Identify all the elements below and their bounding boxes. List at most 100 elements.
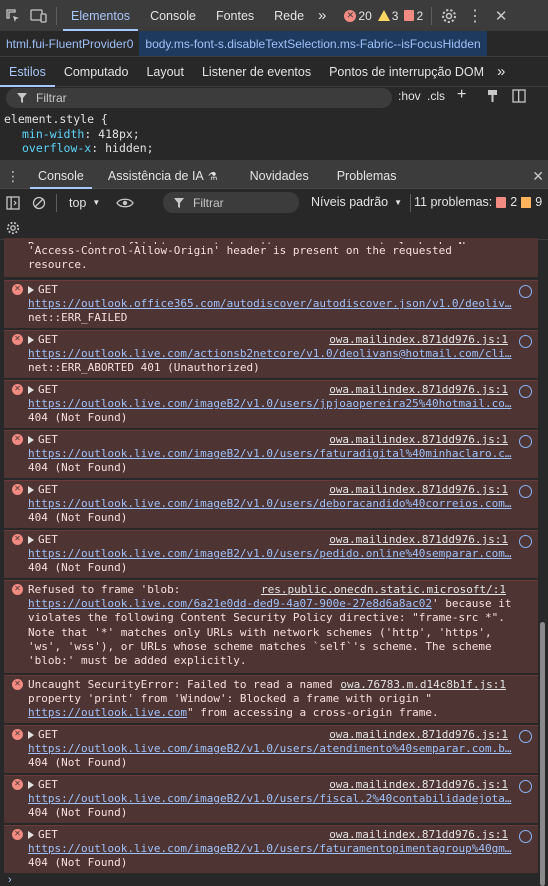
csp-message-text: ' because it (431, 597, 512, 611)
expand-caret-icon[interactable] (28, 731, 34, 739)
tab-layout[interactable]: Layout (137, 57, 193, 87)
console-filter-input[interactable]: Filtrar (163, 192, 299, 213)
request-method: GET (38, 533, 58, 546)
drawer-tab-console[interactable]: Console (26, 164, 96, 189)
more-tabs-button[interactable]: » (314, 0, 330, 31)
origin-url-link[interactable]: https://outlook.live.com (28, 706, 187, 719)
paint-brush-icon[interactable] (486, 89, 499, 106)
new-style-rule-icon[interactable]: + (457, 86, 466, 104)
expand-caret-icon[interactable] (28, 336, 34, 344)
console-error-message[interactable]: ✕ GET owa.mailindex.871dd976.js:1 https:… (4, 480, 538, 528)
network-request-icon[interactable] (519, 385, 532, 398)
device-toolbar-icon[interactable] (26, 0, 52, 31)
request-url-link[interactable]: https://outlook.live.com/imageB2/v1.0/us… (28, 792, 511, 805)
drawer-tab-ai-assistance[interactable]: Assistência de IA ⚗ (96, 164, 230, 189)
close-drawer-icon[interactable]: ✕ (532, 168, 544, 185)
console-error-message[interactable]: ✕ GET owa.mailindex.871dd976.js:1 https:… (4, 430, 538, 478)
csp-message-text: 'blob:' must be added explicitly. (28, 653, 247, 667)
console-error-message[interactable]: ✕ Uncaught SecurityError: Failed to read… (4, 675, 538, 723)
expand-caret-icon[interactable] (28, 831, 34, 839)
breadcrumb-html[interactable]: html.fui-FluentProvider0 (0, 31, 139, 56)
request-url-link[interactable]: https://outlook.live.com/imageB2/v1.0/us… (28, 547, 511, 560)
request-status: 404 (Not Found) (28, 561, 128, 575)
console-error-message[interactable]: ✕ GET owa.mailindex.871dd976.js:1 https:… (4, 725, 538, 773)
expand-caret-icon[interactable] (28, 486, 34, 494)
network-request-icon[interactable] (519, 830, 532, 843)
hov-toggle[interactable]: :hov (398, 89, 421, 103)
network-request-icon[interactable] (519, 730, 532, 743)
source-link[interactable]: owa.mailindex.871dd976.js:1 (329, 728, 508, 742)
source-link[interactable]: owa.76783.m.d14c8b1f.js:1 (340, 678, 506, 692)
clear-console-icon[interactable] (26, 190, 52, 215)
settings-gear-icon[interactable] (436, 0, 462, 31)
expand-caret-icon[interactable] (28, 286, 34, 294)
network-request-icon[interactable] (519, 335, 532, 348)
more-options-icon[interactable]: ⋮ (462, 0, 488, 31)
toggle-sidebar-icon[interactable] (512, 89, 526, 106)
expand-caret-icon[interactable] (28, 436, 34, 444)
request-url-link[interactable]: https://outlook.live.com/imageB2/v1.0/us… (28, 397, 511, 410)
expand-caret-icon[interactable] (28, 536, 34, 544)
console-error-message[interactable]: ✕ GET owa.mailindex.871dd976.js:1 https:… (4, 330, 538, 378)
console-filter-placeholder: Filtrar (193, 195, 224, 210)
console-error-message[interactable]: ✕ GET owa.mailindex.871dd976.js:1 https:… (4, 380, 538, 428)
console-settings-gear-icon[interactable] (0, 215, 26, 240)
request-url-link[interactable]: https://outlook.live.com/imageB2/v1.0/us… (28, 742, 511, 755)
tab-sources[interactable]: Fontes (206, 0, 264, 31)
request-url-link[interactable]: https://outlook.live.com/imageB2/v1.0/us… (28, 497, 511, 510)
tab-console[interactable]: Console (140, 0, 206, 31)
source-link[interactable]: owa.mailindex.871dd976.js:1 (329, 483, 508, 497)
tab-network[interactable]: Rede (264, 0, 314, 31)
console-scrollbar[interactable] (540, 622, 545, 886)
live-expression-eye-icon[interactable] (112, 190, 138, 215)
expand-caret-icon[interactable] (28, 386, 34, 394)
request-url-link[interactable]: https://outlook.office365.com/autodiscov… (28, 297, 511, 310)
tab-event-listeners[interactable]: Listener de eventos (193, 57, 320, 87)
drawer-menu-icon[interactable]: ⋮ (0, 164, 26, 189)
console-error-message[interactable]: ✕ GET owa.mailindex.871dd976.js:1 https:… (4, 530, 538, 578)
network-request-icon[interactable] (519, 285, 532, 298)
styles-filter-input[interactable]: Filtrar (6, 88, 392, 108)
source-link[interactable]: res.public.onecdn.static.microsoft/:1 (261, 583, 506, 597)
breadcrumb-body[interactable]: body.ms-font-s.disableTextSelection.ms-F… (139, 31, 487, 56)
issue-counter[interactable]: ✕ 20 3 2 (344, 9, 423, 23)
source-link[interactable]: owa.mailindex.871dd976.js:1 (329, 828, 508, 842)
tab-elements[interactable]: Elementos (61, 0, 140, 31)
source-link[interactable]: owa.mailindex.871dd976.js:1 (329, 333, 508, 347)
tab-dom-breakpoints[interactable]: Pontos de interrupção DOM (320, 57, 493, 87)
network-request-icon[interactable] (519, 780, 532, 793)
source-link[interactable]: owa.mailindex.871dd976.js:1 (329, 433, 508, 447)
request-url-link[interactable]: https://outlook.live.com/imageB2/v1.0/us… (28, 447, 511, 460)
expand-caret-icon[interactable] (28, 781, 34, 789)
drawer-tab-whats-new[interactable]: Novidades (238, 164, 321, 189)
inspect-element-icon[interactable] (0, 0, 26, 31)
request-url-link[interactable]: https://outlook.live.com/imageB2/v1.0/us… (28, 842, 511, 855)
style-declaration[interactable]: min-width: 418px; (4, 127, 154, 142)
source-link[interactable]: owa.mailindex.871dd976.js:1 (329, 383, 508, 397)
context-selector[interactable]: top ▼ (61, 196, 108, 210)
network-request-icon[interactable] (519, 535, 532, 548)
cls-toggle[interactable]: .cls (427, 89, 445, 103)
console-prompt-icon[interactable]: › (8, 874, 12, 886)
tab-computed[interactable]: Computado (55, 57, 138, 87)
console-error-message[interactable]: ✕ GET owa.mailindex.871dd976.js:1 https:… (4, 825, 538, 873)
close-devtools-icon[interactable]: ✕ (488, 0, 514, 31)
tab-styles[interactable]: Estilos (0, 57, 55, 87)
source-link[interactable]: owa.mailindex.871dd976.js:1 (329, 533, 508, 547)
issue-warning-flag-icon (521, 196, 532, 208)
console-error-message[interactable]: ✕ Refused to frame 'blob: res.public.one… (4, 580, 538, 673)
blocked-url-link[interactable]: https://outlook.live.com/6a21e0dd-ded9-4… (28, 597, 432, 610)
console-error-message[interactable]: Response to preflight request doesn't pa… (4, 238, 538, 277)
source-link[interactable]: owa.mailindex.871dd976.js:1 (329, 778, 508, 792)
sidebar-toggle-icon[interactable] (0, 190, 26, 215)
console-error-message[interactable]: ✕ GET owa.mailindex.871dd976.js:1 https:… (4, 775, 538, 823)
network-request-icon[interactable] (519, 485, 532, 498)
network-request-icon[interactable] (519, 435, 532, 448)
log-levels-dropdown[interactable]: Níveis padrão ▼ (311, 195, 402, 209)
console-error-message[interactable]: ✕ GET https://outlook.office365.com/auto… (4, 280, 538, 328)
drawer-tab-issues[interactable]: Problemas (325, 164, 409, 189)
more-styles-tabs-button[interactable]: » (493, 57, 509, 87)
request-url-link[interactable]: https://outlook.live.com/actionsb2netcor… (28, 347, 511, 360)
issues-counter-button[interactable]: 11 problemas: 2 9 (414, 195, 542, 209)
style-declaration[interactable]: overflow-x: hidden; (4, 141, 154, 156)
